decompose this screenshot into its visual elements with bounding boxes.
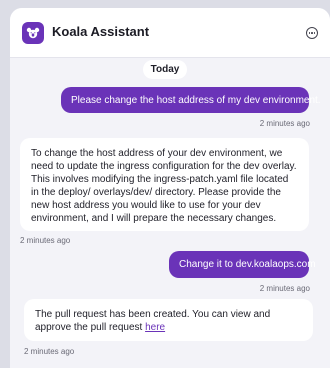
- app-title: Koala Assistant: [52, 24, 150, 39]
- user-message: Please change the host address of my dev…: [61, 87, 321, 113]
- day-separator: Today: [143, 60, 187, 79]
- pull-request-link[interactable]: here: [145, 322, 165, 333]
- message-timestamp: 2 minutes ago: [259, 119, 310, 128]
- message-timestamp: 2 minutes ago: [24, 347, 75, 356]
- message-text: Please change the host address of my dev…: [71, 94, 321, 106]
- chat-header: Koala Assistant: [10, 8, 330, 58]
- message-timestamp: 2 minutes ago: [259, 284, 310, 293]
- koala-icon: [22, 22, 44, 44]
- user-message: Change it to dev.koalaops.com: [169, 251, 316, 278]
- assistant-message: The pull request has been created. You c…: [24, 299, 313, 341]
- message-timestamp: 2 minutes ago: [20, 236, 71, 245]
- more-options-icon[interactable]: [306, 27, 318, 39]
- chat-window: Koala Assistant Today Please change the …: [10, 8, 330, 368]
- assistant-message: To change the host address of your dev e…: [20, 138, 309, 231]
- message-text: To change the host address of your dev e…: [31, 148, 297, 224]
- message-text: Change it to dev.koalaops.com: [179, 259, 316, 270]
